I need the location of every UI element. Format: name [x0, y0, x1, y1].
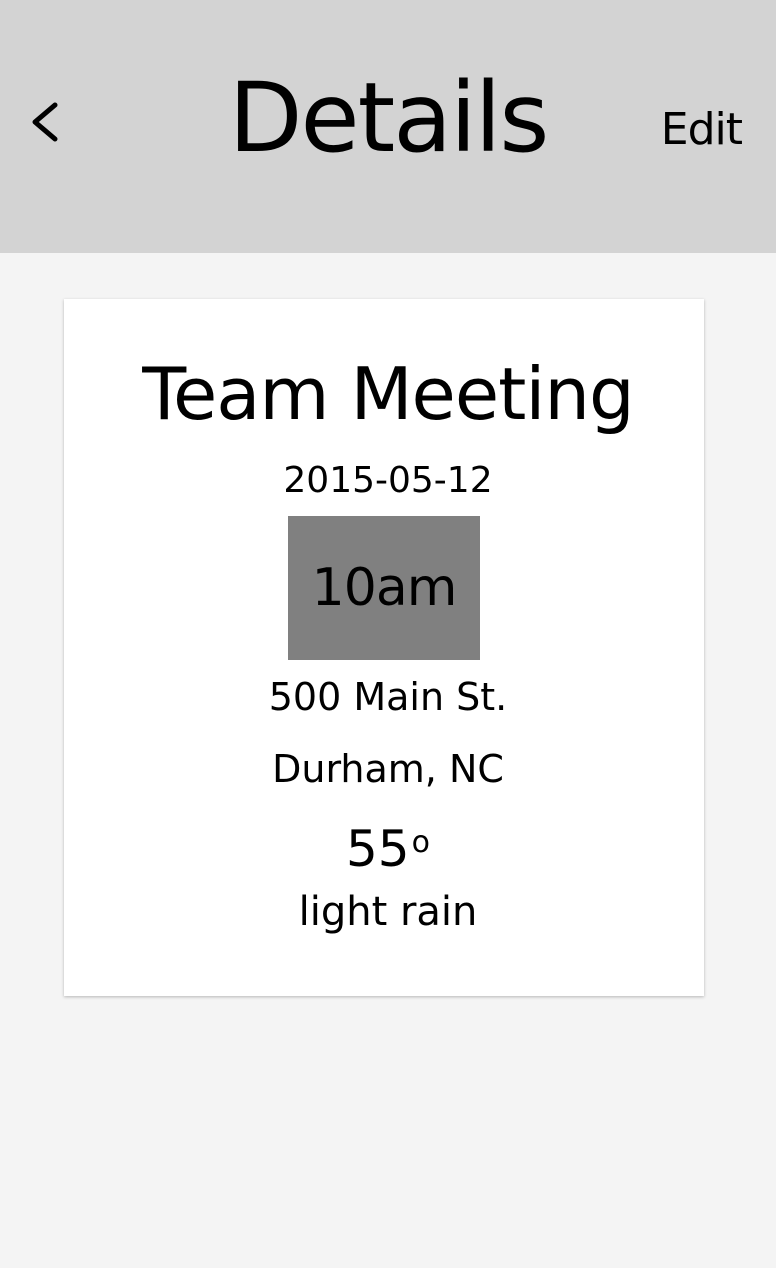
event-time: 10am [311, 558, 458, 618]
edit-button[interactable]: Edit [661, 102, 743, 158]
weather-description: light rain [298, 889, 478, 935]
header-bar: Details Edit [0, 0, 776, 253]
event-time-box: 10am [288, 516, 480, 660]
event-date: 2015-05-12 [283, 460, 493, 501]
temperature-unit: o [411, 825, 430, 860]
chevron-left-icon [27, 97, 61, 147]
back-button[interactable] [22, 92, 66, 152]
page-title: Details [228, 62, 550, 174]
temperature-value: 55 [346, 820, 410, 878]
event-city: Durham, NC [272, 747, 504, 791]
temperature: 55o [0, 812, 776, 880]
event-address: 500 Main St. [268, 675, 508, 719]
event-title: Team Meeting [142, 352, 634, 436]
